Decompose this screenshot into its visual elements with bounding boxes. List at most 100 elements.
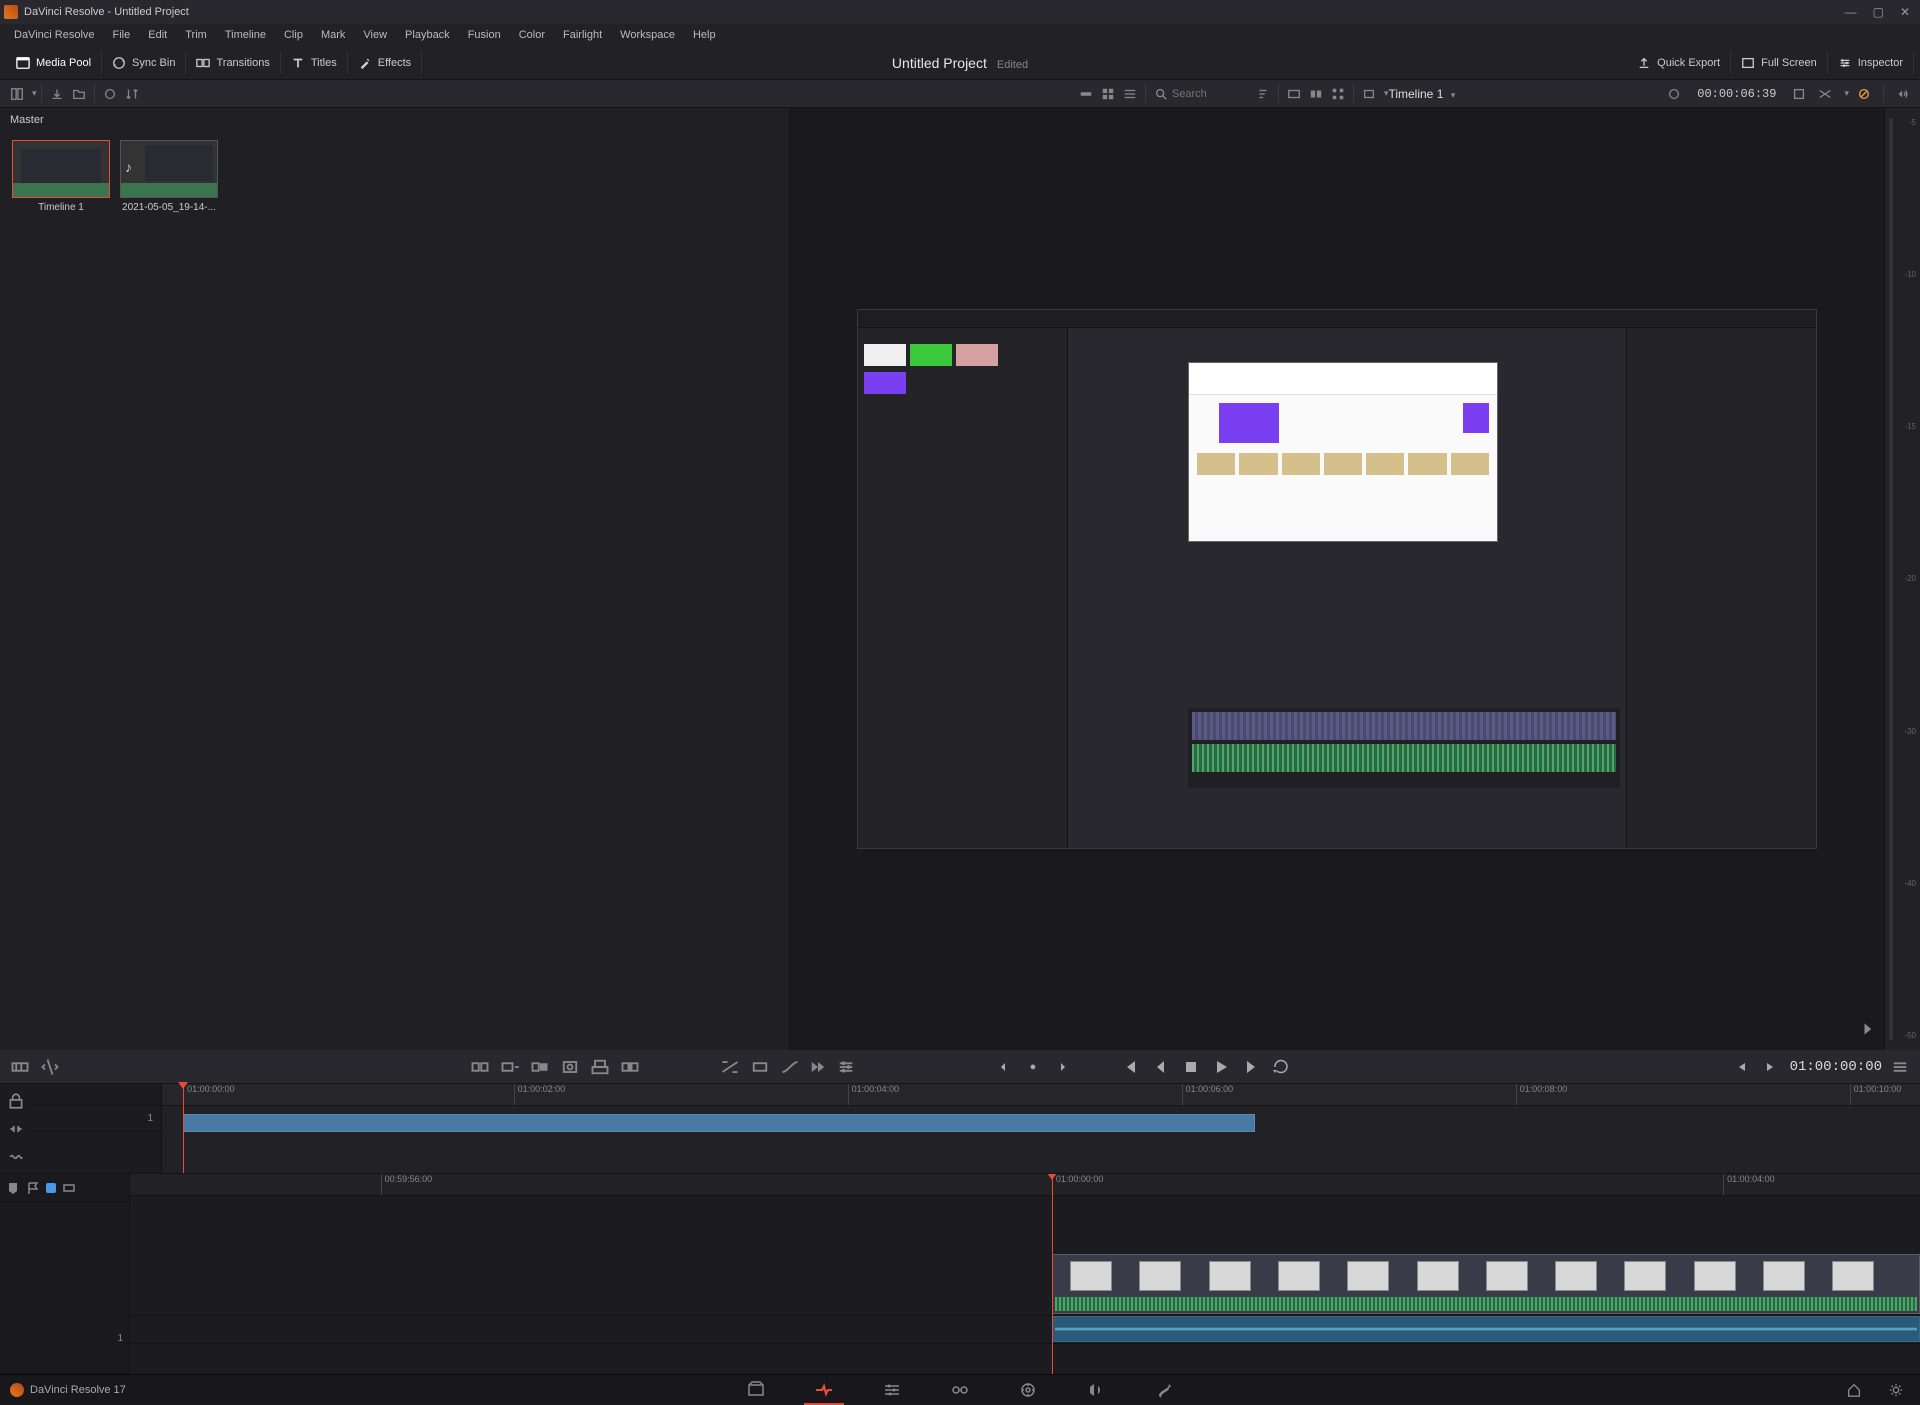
lower-playhead[interactable] [1052, 1174, 1053, 1374]
smart-insert-button[interactable] [470, 1057, 490, 1077]
minimize-button[interactable]: — [1845, 5, 1857, 19]
next-clip-nav[interactable] [1052, 1056, 1074, 1078]
snap-tool-icon[interactable] [62, 1181, 76, 1195]
upper-timeline-clip[interactable] [183, 1114, 1255, 1132]
timeline-selector[interactable]: Timeline 1 ▾ [1388, 87, 1455, 101]
clip-item[interactable]: Timeline 1 [12, 140, 110, 213]
timeline-options-button[interactable] [836, 1057, 856, 1077]
close-up-button[interactable] [560, 1057, 580, 1077]
match-frame-icon[interactable] [1663, 83, 1685, 105]
menu-timeline[interactable]: Timeline [217, 27, 274, 43]
audio-track[interactable] [130, 1316, 1920, 1344]
grid-view-button[interactable] [1327, 83, 1349, 105]
menu-clip[interactable]: Clip [276, 27, 311, 43]
video-clip[interactable] [1052, 1254, 1920, 1314]
source-overwrite-button[interactable] [620, 1057, 640, 1077]
menu-edit[interactable]: Edit [140, 27, 175, 43]
fairlight-page-tab[interactable] [1082, 1378, 1110, 1402]
prev-clip-nav[interactable] [992, 1056, 1014, 1078]
strip-view-button[interactable] [1075, 83, 1097, 105]
project-settings-button[interactable] [1882, 1378, 1910, 1402]
sort-order-button[interactable] [1252, 83, 1274, 105]
timeline-lock-track-button[interactable] [7, 1092, 25, 1110]
edit-page-tab[interactable] [878, 1378, 906, 1402]
chevron-down-icon[interactable]: ▾ [32, 88, 37, 99]
menu-trim[interactable]: Trim [177, 27, 215, 43]
jump-start-button[interactable] [1120, 1056, 1142, 1078]
upper-ruler[interactable]: 01:00:00:00 01:00:02:00 01:00:04:00 01:0… [162, 1084, 1920, 1106]
prev-frame-button[interactable] [1150, 1056, 1172, 1078]
timeline-audio-track-button[interactable] [7, 1148, 25, 1166]
bypass-button[interactable] [1853, 83, 1875, 105]
source-timecode[interactable]: 00:00:06:39 [1697, 87, 1776, 101]
import-media-button[interactable] [46, 83, 68, 105]
goto-next-edit-button[interactable] [1860, 1020, 1878, 1038]
full-screen-button[interactable]: Full Screen [1731, 52, 1828, 74]
transitions-toggle[interactable]: Transitions [186, 52, 280, 74]
flag-tool-icon[interactable] [26, 1181, 40, 1195]
audio-clip[interactable] [1052, 1316, 1920, 1342]
fusion-page-tab[interactable] [946, 1378, 974, 1402]
cut-button[interactable] [750, 1057, 770, 1077]
menu-view[interactable]: View [355, 27, 395, 43]
menu-fairlight[interactable]: Fairlight [555, 27, 610, 43]
home-button[interactable] [1840, 1378, 1868, 1402]
menu-file[interactable]: File [105, 27, 139, 43]
safe-area-button[interactable] [1814, 83, 1836, 105]
list-view-button[interactable] [1119, 83, 1141, 105]
viewer[interactable] [790, 108, 1884, 1050]
menu-mark[interactable]: Mark [313, 27, 353, 43]
source-tape-button[interactable] [1283, 83, 1305, 105]
marker-tool-icon[interactable] [6, 1181, 20, 1195]
boring-detector-button[interactable] [10, 1057, 30, 1077]
viewer-mode-button[interactable] [1358, 83, 1380, 105]
menu-fusion[interactable]: Fusion [460, 27, 509, 43]
upper-playhead[interactable] [183, 1084, 184, 1173]
titles-toggle[interactable]: Titles [281, 52, 348, 74]
smooth-cut-button[interactable] [780, 1057, 800, 1077]
place-on-top-button[interactable] [590, 1057, 610, 1077]
timeline-menu-button[interactable] [1890, 1057, 1910, 1077]
color-page-tab[interactable] [1014, 1378, 1042, 1402]
lower-timeline-tracks[interactable]: 00:59:56:00 01:00:00:00 01:00:04:00 [130, 1174, 1920, 1374]
menu-help[interactable]: Help [685, 27, 724, 43]
split-button[interactable] [40, 1057, 60, 1077]
inspector-toggle[interactable]: Inspector [1828, 52, 1914, 74]
close-button[interactable]: ✕ [1900, 5, 1910, 19]
cut-page-tab[interactable] [810, 1378, 838, 1402]
media-page-tab[interactable] [742, 1378, 770, 1402]
fast-review-button[interactable] [808, 1057, 828, 1077]
audio-meter-icon[interactable] [1892, 83, 1914, 105]
video-track[interactable] [130, 1254, 1920, 1316]
quick-export-button[interactable]: Quick Export [1627, 52, 1731, 74]
import-folder-button[interactable] [68, 83, 90, 105]
goto-in-button[interactable] [1730, 1056, 1752, 1078]
menu-color[interactable]: Color [511, 27, 553, 43]
menu-davinci[interactable]: DaVinci Resolve [6, 27, 103, 43]
marker-nav[interactable]: ● [1022, 1056, 1044, 1078]
effects-toggle[interactable]: Effects [348, 52, 422, 74]
thumbnail-view-button[interactable] [1097, 83, 1119, 105]
clip-item[interactable]: ♪ 2021-05-05_19-14-... [120, 140, 218, 213]
deliver-page-tab[interactable] [1150, 1378, 1178, 1402]
color-tool-icon[interactable] [46, 1183, 56, 1193]
dissolve-button[interactable] [720, 1057, 740, 1077]
menu-playback[interactable]: Playback [397, 27, 458, 43]
sync-bin-toggle[interactable]: Sync Bin [102, 52, 186, 74]
menu-workspace[interactable]: Workspace [612, 27, 683, 43]
sort-button[interactable] [121, 83, 143, 105]
timeline-sync-lock-button[interactable] [7, 1120, 25, 1138]
upper-timeline-tracks[interactable]: 01:00:00:00 01:00:02:00 01:00:04:00 01:0… [162, 1084, 1920, 1173]
sync-button[interactable] [99, 83, 121, 105]
append-button[interactable] [500, 1057, 520, 1077]
search-input[interactable] [1172, 88, 1252, 100]
clip-view-button[interactable] [1305, 83, 1327, 105]
stop-button[interactable] [1180, 1056, 1202, 1078]
jump-end-button[interactable] [1240, 1056, 1262, 1078]
lower-ruler[interactable]: 00:59:56:00 01:00:00:00 01:00:04:00 [130, 1174, 1920, 1196]
loop-button[interactable] [1270, 1056, 1292, 1078]
goto-out-button[interactable] [1760, 1056, 1782, 1078]
bin-name[interactable]: Master [0, 108, 789, 132]
record-timecode[interactable]: 01:00:00:00 [1790, 1059, 1882, 1075]
ripple-overwrite-button[interactable] [530, 1057, 550, 1077]
